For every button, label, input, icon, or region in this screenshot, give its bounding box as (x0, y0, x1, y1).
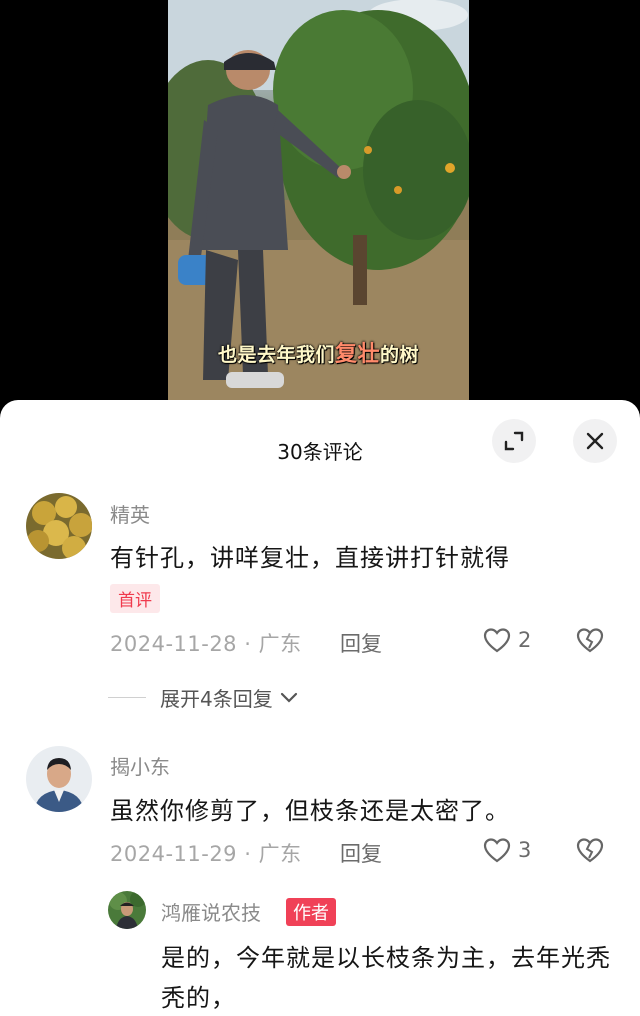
comment-text: 有针孔，讲咩复壮，直接讲打针就得 (110, 544, 510, 572)
author-avatar[interactable] (108, 891, 146, 929)
author-reply-text: 是的，今年就是以长枝条为主，去年光秃秃的， (161, 944, 611, 1012)
expand-divider (108, 697, 146, 698)
author-avatar-image (108, 891, 146, 929)
expand-replies-button[interactable]: 展开4条回复 (108, 683, 299, 712)
comment-text: 虽然你修剪了，但枝条还是太密了。 (110, 797, 510, 825)
reply-button[interactable]: 回复 (340, 628, 382, 658)
reply-button[interactable]: 回复 (340, 838, 382, 868)
broken-heart-icon[interactable] (575, 836, 605, 864)
avatar-image (26, 493, 92, 559)
video-subtitle: 也是去年我们复壮的树 (217, 342, 420, 367)
comment-username[interactable]: 精英 (110, 499, 150, 528)
avatar[interactable] (26, 746, 92, 812)
author-badge: 作者 (286, 898, 336, 926)
heart-icon[interactable] (482, 626, 512, 654)
broken-heart-icon[interactable] (575, 626, 605, 654)
author-username[interactable]: 鸿雁说农技 (161, 897, 261, 926)
like-count: 2 (518, 628, 532, 652)
heart-icon[interactable] (482, 836, 512, 864)
expand-replies-label: 展开4条回复 (160, 687, 273, 711)
video-player[interactable]: 也是去年我们复壮的树 (0, 0, 640, 420)
like-count: 3 (518, 838, 532, 862)
comment-meta: 2024-11-28 · 广东 (110, 632, 302, 656)
comment-meta: 2024-11-29 · 广东 (110, 842, 302, 866)
comment-username[interactable]: 揭小东 (110, 751, 170, 780)
avatar[interactable] (26, 493, 92, 559)
chevron-down-icon (280, 692, 297, 703)
video-frame[interactable]: 也是去年我们复壮的树 (168, 0, 469, 400)
close-icon (586, 432, 604, 450)
comments-sheet: 30条评论 精英 有针孔，讲咩复壮，直接讲打针就得 首评 2024-11-28 … (0, 400, 640, 1016)
comments-title: 30条评论 (277, 440, 363, 464)
avatar-image (26, 746, 92, 812)
expand-icon (504, 431, 524, 451)
close-button[interactable] (573, 419, 617, 463)
first-comment-badge: 首评 (110, 584, 160, 613)
expand-button[interactable] (492, 419, 536, 463)
